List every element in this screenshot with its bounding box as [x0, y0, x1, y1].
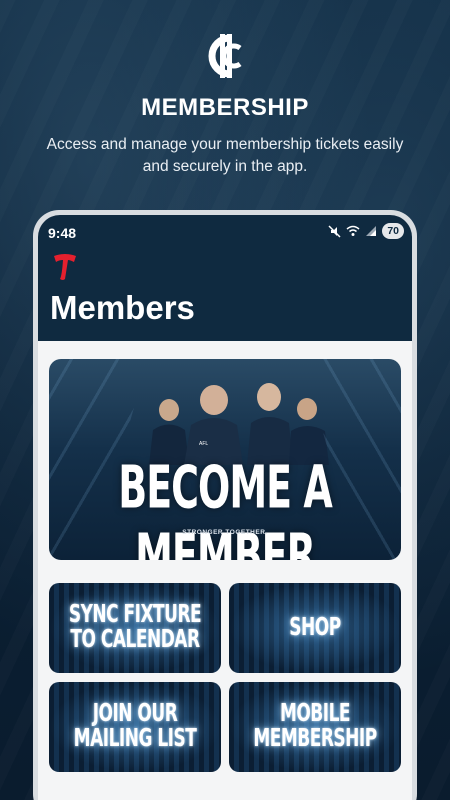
club-logo-icon — [208, 34, 242, 78]
status-icons: 70 — [328, 223, 404, 239]
mute-icon — [328, 224, 341, 238]
mailing-list-tile[interactable]: JOIN OUR MAILING LIST — [49, 682, 221, 772]
phone-frame: 9:48 70 Members AFL BECOME A MEMBER STRO… — [33, 210, 417, 800]
shop-label: SHOP — [289, 612, 341, 642]
promo-title: MEMBERSHIP — [141, 94, 309, 121]
wifi-icon — [346, 225, 360, 236]
hero-headline: BECOME A MEMBER — [118, 453, 333, 560]
sync-fixture-label: SYNC FIXTURE TO CALENDAR — [68, 600, 202, 655]
become-member-banner[interactable]: AFL BECOME A MEMBER STRONGER TOGETHER. — [49, 359, 401, 560]
status-time: 9:48 — [48, 225, 77, 241]
players-image: AFL — [149, 383, 329, 465]
phone-screen: 9:48 70 Members AFL BECOME A MEMBER STRO… — [38, 215, 412, 800]
action-tiles: SYNC FIXTURE TO CALENDAR SHOP JOIN OUR M… — [49, 583, 401, 772]
telstra-logo-icon — [54, 254, 76, 280]
battery-badge: 70 — [382, 223, 404, 239]
mobile-membership-label: MOBILE MEMBERSHIP — [253, 699, 377, 754]
mailing-list-label: JOIN OUR MAILING LIST — [73, 699, 197, 754]
promo-subtitle: Access and manage your membership ticket… — [46, 136, 404, 175]
hero-tagline: STRONGER TOGETHER. — [182, 529, 268, 536]
mobile-membership-tile[interactable]: MOBILE MEMBERSHIP — [229, 682, 401, 772]
shop-tile[interactable]: SHOP — [229, 583, 401, 673]
members-content: AFL BECOME A MEMBER STRONGER TOGETHER. S… — [38, 341, 412, 800]
svg-text:AFL: AFL — [199, 441, 208, 447]
page-title: Members — [50, 289, 195, 326]
sync-fixture-tile[interactable]: SYNC FIXTURE TO CALENDAR — [49, 583, 221, 673]
signal-icon — [366, 226, 377, 236]
app-header: 9:48 70 Members — [38, 215, 412, 341]
